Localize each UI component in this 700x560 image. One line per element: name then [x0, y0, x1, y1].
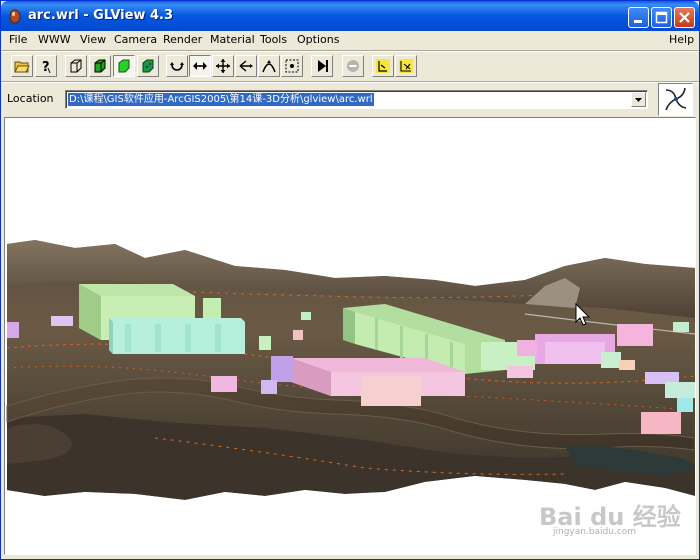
menu-tools[interactable]: Tools [260, 33, 287, 46]
chevron-down-icon [635, 98, 642, 102]
glview-app-icon[interactable] [7, 8, 23, 24]
pinwheel-logo-icon [665, 87, 687, 111]
location-combobox[interactable]: D:\课程\GIS软件应用-ArcGIS2005\第14课-3D分析\glvie… [65, 90, 648, 109]
menu-bar: File WWW View Camera Render Material Too… [1, 31, 699, 50]
fly-button[interactable] [235, 55, 257, 77]
move-icon [216, 59, 230, 73]
fly-icon [239, 60, 253, 72]
seek-button[interactable] [281, 55, 303, 77]
wireframe-button[interactable] [65, 55, 87, 77]
close-icon [679, 12, 690, 23]
app-window: arc.wrl - GLView 4.3 File WWW View Camer… [0, 0, 700, 560]
toolbar: ? [1, 53, 699, 81]
maximize-icon [655, 11, 668, 24]
flat-cube-icon [94, 59, 106, 73]
minimize-icon [634, 20, 642, 23]
menu-separator [1, 50, 699, 52]
smooth-cube-icon [118, 59, 130, 73]
flat-shading-button[interactable] [89, 55, 111, 77]
menu-file[interactable]: File [9, 33, 27, 46]
walk-button[interactable] [258, 55, 280, 77]
viewpoint-cycle-button[interactable] [395, 55, 417, 77]
terrain-scene-render[interactable] [5, 118, 695, 554]
window-title: arc.wrl - GLView 4.3 [28, 8, 173, 23]
glview-logo[interactable] [658, 83, 693, 116]
location-input[interactable]: D:\课程\GIS软件应用-ArcGIS2005\第14课-3D分析\glvie… [68, 93, 374, 106]
menu-www[interactable]: WWW [38, 33, 71, 46]
wireframe-cube-icon [70, 59, 82, 73]
maximize-button[interactable] [651, 7, 672, 28]
help-pointer-icon: ? [42, 60, 51, 74]
watermark-sub: jingyan.baidu.com [553, 527, 637, 537]
play-icon [318, 60, 328, 72]
stop-icon [347, 60, 359, 72]
location-label: Location [7, 92, 54, 105]
viewpoint-icon [376, 59, 390, 73]
menu-options[interactable]: Options [297, 33, 339, 46]
menu-help[interactable]: Help [669, 33, 694, 46]
menu-view[interactable]: View [80, 33, 106, 46]
seek-icon [285, 59, 299, 73]
rotate-icon [170, 62, 184, 71]
menu-material[interactable]: Material [210, 33, 255, 46]
play-button[interactable] [311, 55, 333, 77]
title-bar[interactable]: arc.wrl - GLView 4.3 [1, 1, 699, 31]
svg-text:?: ? [42, 60, 50, 74]
viewpoint-cycle-icon [399, 59, 413, 73]
pan-icon [193, 62, 207, 70]
help-button[interactable]: ? [35, 55, 57, 77]
stop-button[interactable] [342, 55, 364, 77]
textured-cube-icon [142, 59, 154, 73]
menu-render[interactable]: Render [163, 33, 202, 46]
minimize-button[interactable] [628, 7, 649, 28]
smooth-shading-button[interactable] [113, 55, 135, 77]
3d-viewport[interactable] [4, 117, 696, 555]
textured-button[interactable] [137, 55, 159, 77]
move-button[interactable] [212, 55, 234, 77]
location-bar: Location D:\课程\GIS软件应用-ArcGIS2005\第14课-3… [1, 83, 699, 117]
baidu-watermark: Bai du 经验 jingyan.baidu.com [539, 497, 681, 537]
viewpoint-button[interactable] [372, 55, 394, 77]
menu-camera[interactable]: Camera [114, 33, 157, 46]
open-button[interactable] [11, 55, 33, 77]
location-dropdown-button[interactable] [631, 92, 646, 107]
open-folder-icon [14, 61, 30, 73]
close-button[interactable] [674, 7, 695, 28]
pan-button[interactable] [189, 55, 211, 77]
walk-icon [262, 60, 276, 73]
rotate-button[interactable] [166, 55, 188, 77]
